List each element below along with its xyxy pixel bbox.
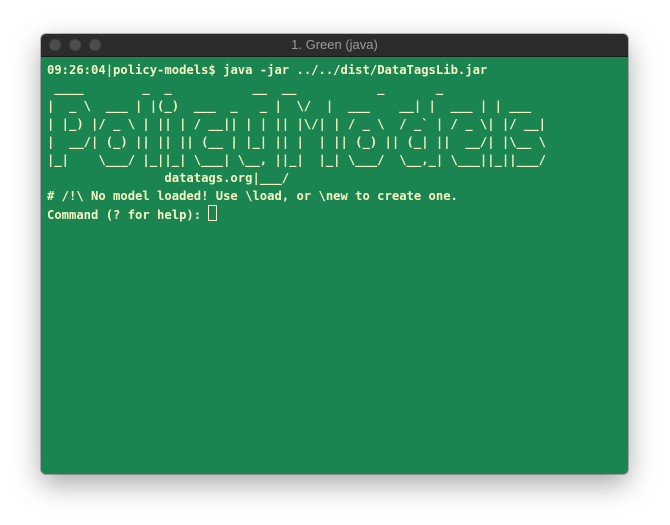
shell-prompt: 09:26:04|policy-models$ [47,63,216,77]
banner-line: | _ \ ___ | |(_) ___ _ _ | \/ | ___ __| … [47,99,532,113]
shell-command: java -jar ../../dist/DataTagsLib.jar [215,63,488,77]
command-input-prompt: Command (? for help): [47,208,209,222]
banner-line: datatags.org|___/ [47,171,290,185]
input-line[interactable]: Command (? for help): [47,205,628,223]
banner-line: | |_) |/ _ \ | || | / __|| | | || |\/| |… [47,117,546,131]
command-line: 09:26:04|policy-models$ java -jar ../../… [47,61,628,79]
banner-line: |_| \___/ |_||_| \___| \__, ||_| |_| \__… [47,153,546,167]
banner-line: | __/| (_) || || || (__ | |_| || | | || … [47,135,546,149]
status-message: # /!\ No model loaded! Use \load, or \ne… [47,189,458,203]
text-cursor [208,205,218,221]
terminal-content[interactable]: 09:26:04|policy-models$ java -jar ../../… [41,57,628,474]
window-title: 1. Green (java) [291,37,378,52]
window-titlebar[interactable]: 1. Green (java) [41,34,628,57]
banner-line: ____ _ _ __ __ _ _ [47,81,444,95]
terminal-window: 1. Green (java) 09:26:04|policy-models$ … [41,34,628,474]
